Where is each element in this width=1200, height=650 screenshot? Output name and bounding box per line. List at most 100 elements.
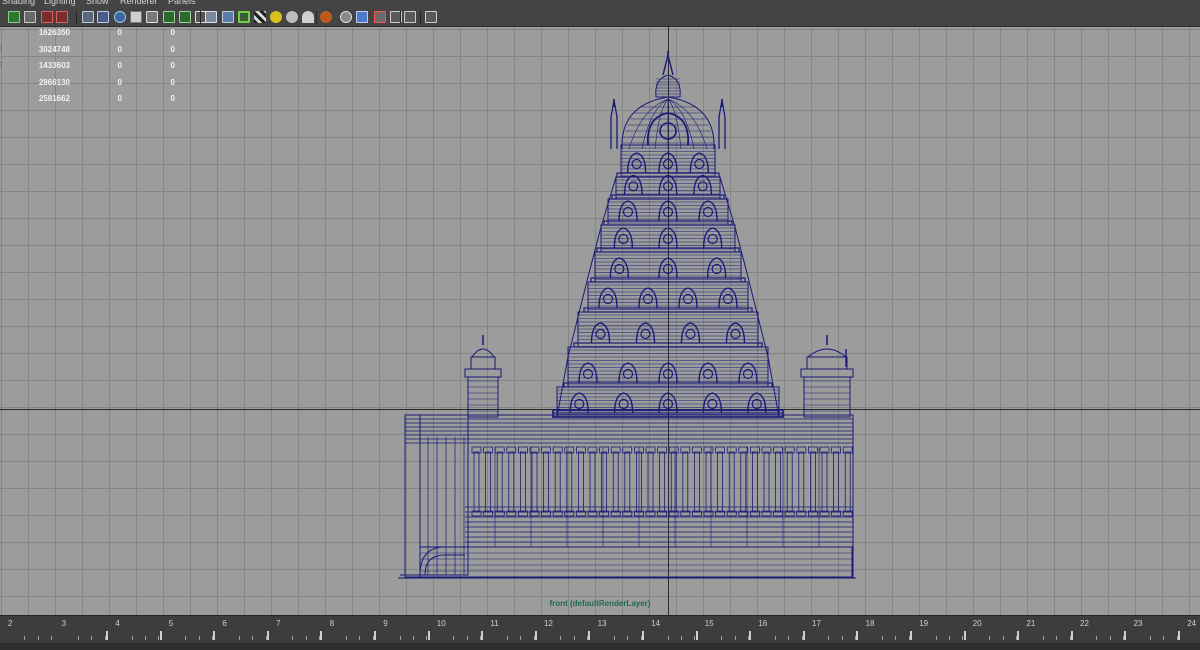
frame-tick bbox=[963, 631, 966, 640]
screen-space-ao-icon[interactable] bbox=[302, 11, 314, 23]
frame-subtick bbox=[37, 636, 39, 640]
bookmarks-icon[interactable] bbox=[41, 11, 53, 23]
kudu-inner bbox=[694, 158, 705, 170]
frame-label: 17 bbox=[812, 619, 821, 628]
front-viewport[interactable]: 1626350 0 0:3024748 0 0:1433603 0 0 2866130 0 0 25… bbox=[0, 27, 1200, 615]
textured-icon[interactable] bbox=[254, 11, 266, 23]
plinth bbox=[419, 546, 853, 578]
xray-joints-icon[interactable] bbox=[425, 11, 437, 23]
frame-tick bbox=[374, 631, 376, 640]
wireframe-on-shaded-icon[interactable] bbox=[238, 11, 250, 23]
frame-tick bbox=[427, 631, 430, 640]
motion-blur-icon[interactable] bbox=[320, 11, 332, 23]
tier-cornice bbox=[590, 277, 746, 283]
frame-subtick bbox=[587, 636, 589, 640]
kudu-arch-motif bbox=[680, 322, 701, 344]
two-d-pan-zoom-icon[interactable] bbox=[82, 11, 94, 23]
use-all-lights-icon[interactable] bbox=[270, 11, 282, 23]
frame-label: 5 bbox=[168, 619, 174, 628]
kudu-arch-motif bbox=[590, 322, 611, 344]
xray-active-components-icon[interactable] bbox=[404, 11, 416, 23]
tier-cornice bbox=[611, 194, 725, 200]
frame-label: 2 bbox=[8, 619, 13, 628]
column bbox=[810, 451, 816, 513]
frame-tick bbox=[534, 631, 537, 640]
image-plane-icon[interactable] bbox=[56, 11, 68, 23]
grid-icon[interactable] bbox=[97, 11, 109, 23]
frame-tick bbox=[159, 631, 162, 640]
film-gate-icon[interactable] bbox=[114, 11, 126, 23]
menu-shading[interactable]: Shading bbox=[2, 0, 35, 6]
column bbox=[531, 451, 538, 513]
frame-subtick bbox=[198, 636, 200, 640]
column bbox=[670, 451, 677, 513]
camera-attributes-icon[interactable] bbox=[24, 11, 36, 23]
column bbox=[520, 451, 526, 513]
kudu-arch-motif bbox=[738, 362, 758, 384]
frame-subtick bbox=[359, 636, 361, 640]
frame-tick bbox=[106, 631, 108, 640]
depth-of-field-icon[interactable] bbox=[356, 11, 368, 23]
column bbox=[554, 451, 561, 513]
isolate-select-icon[interactable] bbox=[374, 11, 386, 23]
column bbox=[740, 451, 747, 513]
shadows-icon[interactable] bbox=[286, 11, 298, 23]
kudu-inner bbox=[662, 158, 674, 170]
frame-subtick bbox=[1150, 636, 1151, 640]
frame-subtick bbox=[640, 636, 642, 640]
kudu-arch-motif bbox=[698, 200, 718, 222]
frame-subtick bbox=[1096, 636, 1098, 640]
tier-cornice bbox=[583, 307, 753, 313]
frame-subtick bbox=[131, 636, 133, 640]
frame-label: 24 bbox=[1187, 619, 1197, 628]
toolbar-separator bbox=[400, 11, 401, 24]
frame-subtick bbox=[158, 636, 160, 640]
gate-mask-icon[interactable] bbox=[146, 11, 158, 23]
frame-tick bbox=[1070, 631, 1073, 640]
select-camera-icon[interactable] bbox=[8, 11, 20, 23]
field-chart-icon[interactable] bbox=[163, 11, 175, 23]
menu-show[interactable]: Show bbox=[86, 0, 109, 6]
kudu-arch-motif bbox=[626, 152, 647, 174]
column bbox=[508, 451, 515, 513]
multisample-aa-icon[interactable] bbox=[340, 11, 352, 23]
column bbox=[485, 451, 492, 513]
kudu-arch-motif bbox=[618, 362, 638, 384]
frame-label: 7 bbox=[276, 619, 281, 628]
wireframe-icon[interactable] bbox=[205, 11, 217, 23]
frame-subtick bbox=[319, 636, 321, 640]
safe-action-icon[interactable] bbox=[179, 11, 191, 23]
frame-subtick bbox=[24, 636, 26, 640]
kudu-inner bbox=[662, 181, 673, 192]
menu-panels[interactable]: Panels bbox=[168, 0, 196, 6]
menu-renderer[interactable]: Renderer bbox=[120, 0, 158, 6]
column bbox=[821, 451, 828, 513]
left-mini-tower-dome bbox=[471, 348, 495, 358]
frame-tick bbox=[695, 631, 698, 640]
resolution-gate-icon[interactable] bbox=[130, 11, 142, 23]
menu-lighting[interactable]: Lighting bbox=[44, 0, 76, 6]
frame-subtick bbox=[466, 636, 468, 640]
tower-left-edge bbox=[556, 176, 617, 418]
column bbox=[612, 451, 619, 513]
kudu-inner bbox=[631, 158, 642, 170]
frame-subtick bbox=[841, 636, 843, 640]
kudu-inner bbox=[628, 181, 639, 192]
temple-wireframe-model[interactable] bbox=[0, 27, 1200, 615]
frame-subtick bbox=[681, 636, 682, 640]
frame-subtick bbox=[573, 636, 575, 640]
frame-subtick bbox=[828, 636, 830, 640]
frame-label: 3 bbox=[61, 619, 67, 628]
frame-subtick bbox=[506, 636, 508, 640]
smooth-shade-icon[interactable] bbox=[222, 11, 234, 23]
frame-subtick bbox=[788, 636, 790, 640]
frame-tick bbox=[910, 631, 912, 640]
time-slider[interactable]: 2 3 4 5 6 7 8 9 10 11 12 13 14 15 16 17 18 19 20 21 22 23 24 bbox=[0, 615, 1200, 650]
kudu-arch-motif bbox=[658, 257, 678, 279]
frame-subtick bbox=[520, 636, 522, 640]
frame-subtick bbox=[667, 636, 669, 640]
frame-subtick bbox=[453, 636, 455, 640]
frame-subtick bbox=[721, 636, 723, 640]
kudu-arch-motif bbox=[578, 362, 598, 384]
column bbox=[543, 451, 549, 513]
